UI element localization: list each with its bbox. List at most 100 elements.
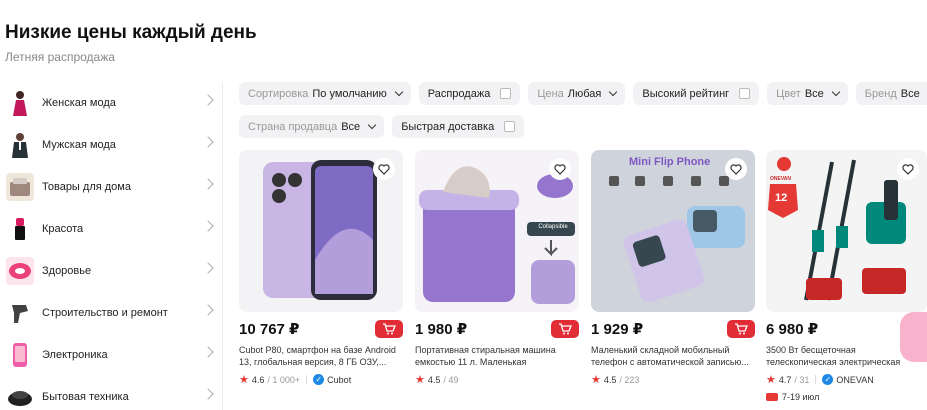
product-card[interactable]: ONEVAN 12 6 980 ₽ 3500 Вт бесщеточная те… [766,150,927,402]
product-image-chainsaw[interactable]: ONEVAN 12 [766,150,927,312]
sidebar-item-beauty[interactable]: Красота [0,208,222,250]
image-caption: Mini Flip Phone [629,156,711,168]
chevron-right-icon [202,94,214,106]
high-rating-checkbox[interactable] [739,88,751,99]
product-price: 1 929 ₽ [591,321,644,338]
sidebar-item-label: Женская мода [42,97,116,109]
star-icon: ★ [239,374,249,386]
favorite-button[interactable] [373,158,395,180]
meta-divider [306,375,308,384]
review-count: / 223 [619,374,640,385]
sale-checkbox[interactable] [500,88,512,99]
page-subtitle: Летняя распродажа [5,50,115,64]
sidebar-item-label: Товары для дома [42,181,131,193]
image-caption: Collapsible [538,224,568,230]
review-count: / 31 [794,374,810,385]
add-to-cart-button[interactable] [551,320,579,338]
add-to-cart-button[interactable] [727,320,755,338]
product-meta: ★ 4.5 / 223 [591,373,639,386]
verified-icon: ✓ [313,374,325,385]
cart-icon [735,323,748,335]
product-meta: ★ 4.5 / 49 [415,373,458,386]
heart-icon [902,163,914,175]
image-brand-logo: ONEVAN [770,176,792,182]
seller-country-dropdown[interactable]: Страна продавца Все [239,115,385,138]
heart-icon [378,163,390,175]
sidebar-item-label: Строительство и ремонт [42,307,168,319]
image-badge: 12 [775,192,788,204]
sidebar-item-label: Здоровье [42,265,92,277]
star-icon: ★ [415,374,425,386]
seller-country-label: Страна продавца [248,120,338,133]
fast-delivery-checkbox[interactable] [504,121,516,132]
sidebar-item-mens-fashion[interactable]: Мужская мода [0,124,222,166]
heart-icon [554,163,566,175]
sidebar-item-appliances[interactable]: Бытовая техника [0,376,222,410]
chevron-right-icon [202,388,214,400]
product-image-phone[interactable] [239,150,403,312]
product-title[interactable]: Cubot P80, смартфон на базе Android 13, … [239,344,403,368]
delivery-info: 7-19 июл [766,392,819,402]
product-image-flip-phone[interactable]: Mini Flip Phone [591,150,755,312]
sidebar-item-construction[interactable]: Строительство и ремонт [0,292,222,334]
favorite-button[interactable] [549,158,571,180]
verified-icon: ✓ [822,374,834,385]
sort-dropdown[interactable]: Сортировка По умолчанию [239,82,411,105]
product-card[interactable]: Mini Flip Phone 1 929 ₽ Маленький складн… [591,150,755,386]
price-dropdown[interactable]: Цена Любая [528,82,626,105]
rating-value: 4.6 [251,374,265,385]
color-label: Цвет [776,87,801,100]
rating-value: 4.5 [603,374,617,385]
floating-promo-icon[interactable] [900,312,927,362]
chevron-right-icon [202,262,214,274]
sidebar-item-womens-fashion[interactable]: Женская мода [0,82,222,124]
favorite-button[interactable] [897,158,919,180]
sale-toggle[interactable]: Распродажа [418,82,521,105]
add-to-cart-button[interactable] [375,320,403,338]
appliances-icon [6,383,34,410]
star-icon: ★ [766,374,776,386]
brand-name[interactable]: Cubot [327,375,351,385]
chevron-right-icon [202,178,214,190]
brand-name[interactable]: ONEVAN [836,375,873,385]
sidebar-item-health[interactable]: Здоровье [0,250,222,292]
sidebar-item-home-goods[interactable]: Товары для дома [0,166,222,208]
home-goods-icon [6,173,34,201]
chevron-down-icon [394,87,404,97]
price-value: Любая [567,87,602,100]
product-meta: ★ 4.6 / 1 000+ ✓ Cubot [239,373,351,386]
review-count: / 49 [443,374,459,385]
brand-dropdown[interactable]: Бренд Все [855,82,927,105]
product-card[interactable]: 10 767 ₽ Cubot P80, смартфон на базе And… [239,150,403,386]
product-price: 6 980 ₽ [766,321,819,338]
review-count: / 1 000+ [267,374,301,385]
rating-value: 4.7 [778,374,792,385]
sale-label: Распродажа [427,87,491,100]
product-meta: ★ 4.7 / 31 ✓ ONEVAN [766,373,874,386]
product-image-washer[interactable]: Collapsible [415,150,579,312]
fast-delivery-label: Быстрая доставка [401,120,495,133]
product-title[interactable]: Портативная стиральная машина емкостью 1… [415,344,579,368]
chevron-right-icon [202,220,214,232]
cart-icon [559,323,572,335]
electronics-icon [6,341,34,369]
sidebar-item-label: Электроника [42,349,108,361]
chevron-right-icon [202,304,214,316]
fast-delivery-toggle[interactable]: Быстрая доставка [392,115,525,138]
high-rating-toggle[interactable]: Высокий рейтинг [633,82,760,105]
high-rating-label: Высокий рейтинг [642,87,730,100]
sidebar-item-electronics[interactable]: Электроника [0,334,222,376]
chevron-right-icon [202,346,214,358]
color-dropdown[interactable]: Цвет Все [767,82,848,105]
cart-icon [383,323,396,335]
chevron-down-icon [609,87,618,97]
product-title[interactable]: Маленький складной мобильный телефон с а… [591,344,755,368]
construction-icon [6,299,34,327]
favorite-button[interactable] [725,158,747,180]
category-sidebar: Женская мода Мужская мода Товары для дом… [0,82,222,410]
product-card[interactable]: Collapsible 1 980 ₽ Портативная стиральн… [415,150,579,386]
sidebar-divider [222,82,223,410]
sort-value: По умолчанию [312,87,387,100]
heart-icon [730,163,742,175]
sort-label: Сортировка [248,87,309,100]
